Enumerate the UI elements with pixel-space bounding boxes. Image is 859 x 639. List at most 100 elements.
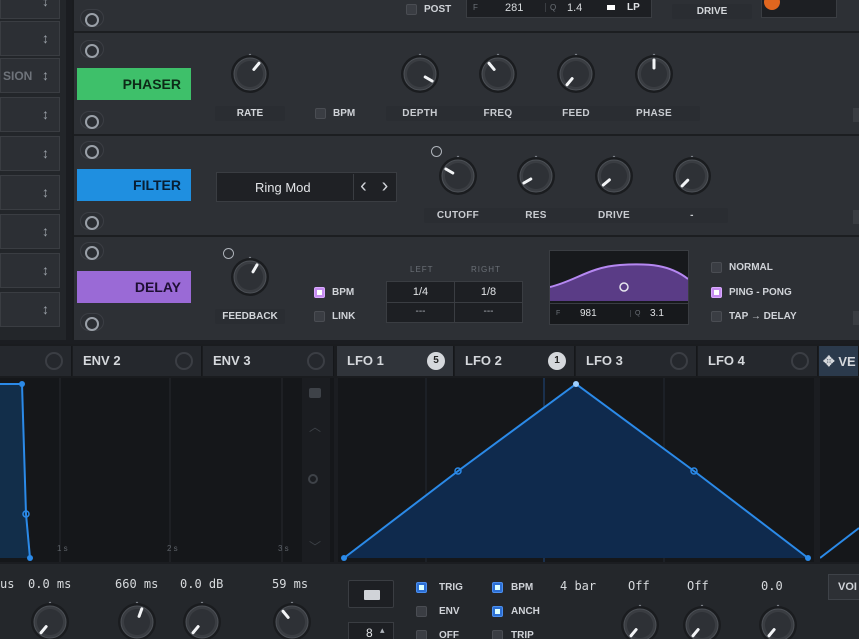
delay-filter-display[interactable]: F 981 Q 3.1	[549, 250, 689, 325]
phaser-rate-knob[interactable]	[228, 52, 272, 96]
filter-readout[interactable]: F 281 Q 1.4 LP	[466, 0, 652, 18]
dist-display	[761, 0, 837, 18]
env-sustain-value[interactable]: 0.0 dB	[180, 577, 223, 591]
phaser-power-toggle[interactable]	[80, 40, 104, 58]
lfo-preset-folder-button[interactable]	[348, 580, 394, 608]
delay-bpm-checkbox[interactable]	[314, 287, 325, 298]
env-knob-1[interactable]	[28, 600, 72, 639]
sidebar-item[interactable]: ↕	[0, 214, 60, 249]
voice-graph[interactable]	[819, 378, 859, 562]
filter-extra-knob[interactable]	[670, 154, 714, 198]
delay-mode-tap-checkbox[interactable]	[711, 311, 722, 322]
delay-link-checkbox[interactable]	[314, 311, 325, 322]
lfo-trig-checkbox[interactable]	[416, 582, 427, 593]
sidebar-item[interactable]: SION ↕	[0, 58, 60, 93]
tab-lfo2[interactable]: LFO 21	[455, 346, 575, 376]
lfo-smooth-stepper[interactable]: 8 ▴	[348, 622, 394, 639]
filter-cutoff-label: CUTOFF	[436, 210, 480, 221]
env-release-value[interactable]: 59 ms	[272, 577, 308, 591]
lfo-off-checkbox[interactable]	[416, 630, 427, 639]
tab-lfo3[interactable]: LFO 3	[576, 346, 697, 376]
tab-env3[interactable]: ENV 3	[203, 346, 334, 376]
lfo-trip-checkbox[interactable]	[492, 630, 503, 639]
voice-button[interactable]: VOI	[828, 574, 859, 600]
envelope-graph[interactable]: 1 s 2 s 3 s ︿ ﹀	[0, 378, 334, 562]
chevron-down-icon[interactable]: ﹀	[309, 538, 321, 555]
env-knob-2[interactable]	[115, 600, 159, 639]
tab-voice[interactable]: ✥ VE	[819, 346, 859, 376]
lfo-knob-3[interactable]	[756, 603, 800, 639]
sidebar-item[interactable]: ↕	[0, 175, 60, 210]
phaser-bpm-checkbox[interactable]	[315, 108, 326, 119]
sidebar-item[interactable]: ↕	[0, 292, 60, 327]
tab-lfo4[interactable]: LFO 4	[698, 346, 818, 376]
phaser-feed-knob[interactable]	[554, 52, 598, 96]
delay-feedback-label: FEEDBACK	[215, 309, 285, 324]
post-label: POST	[424, 4, 452, 15]
lfo-smooth-value[interactable]: 0.0	[761, 579, 783, 593]
env-decay-value[interactable]: 660 ms	[115, 577, 158, 591]
sidebar-item[interactable]: ↕	[0, 136, 60, 171]
zoom-icon[interactable]	[308, 474, 318, 484]
lfo-anch-checkbox[interactable]	[492, 606, 503, 617]
lfo-env-checkbox[interactable]	[416, 606, 427, 617]
delay-bpm-label: BPM	[332, 287, 355, 298]
lfo-knob-1[interactable]	[618, 603, 662, 639]
env-knob-4[interactable]	[270, 600, 314, 639]
delay-filter-q[interactable]: 3.1	[650, 308, 664, 319]
lock-icon[interactable]	[309, 388, 321, 398]
filter-res-knob[interactable]	[514, 154, 558, 198]
phaser-depth-label: DEPTH	[402, 108, 438, 119]
sidebar-item[interactable]: ↕	[0, 21, 60, 56]
mode-indicator	[607, 5, 615, 10]
lfo-rate-value[interactable]: 4 bar	[560, 579, 596, 593]
env-hold-value[interactable]: 0.0 ms	[28, 577, 71, 591]
phaser-freq-knob[interactable]	[476, 52, 520, 96]
filter-type-next-button[interactable]: ›	[375, 174, 395, 200]
delay-filter-curve[interactable]	[550, 251, 688, 301]
tab-env1[interactable]	[0, 346, 72, 376]
delay-right-sub[interactable]: ---	[455, 306, 522, 317]
env-attack-value[interactable]: us	[0, 577, 14, 591]
sidebar-item[interactable]: ↕	[0, 253, 60, 288]
tab-ring	[307, 352, 325, 370]
lfo-bpm-checkbox[interactable]	[492, 582, 503, 593]
delay-module-name[interactable]: DELAY	[77, 271, 191, 303]
filter-cutoff-knob[interactable]	[436, 154, 480, 198]
lfo-knob-2[interactable]	[680, 603, 724, 639]
filter-drive-knob[interactable]	[592, 154, 636, 198]
delay-power-toggle[interactable]	[80, 242, 104, 260]
chevron-up-icon[interactable]: ︿	[309, 418, 321, 435]
lfo-delay-value[interactable]: Off	[628, 579, 650, 593]
tab-lfo1[interactable]: LFO 15	[337, 346, 454, 376]
power-toggle[interactable]	[80, 9, 104, 27]
delay-filter-freq[interactable]: 981	[580, 308, 597, 319]
delay-mode-pingpong-checkbox[interactable]	[711, 287, 722, 298]
post-checkbox[interactable]	[406, 4, 417, 15]
delay-left-sub[interactable]: ---	[387, 306, 454, 317]
env-knob-3[interactable]	[180, 600, 224, 639]
delay-right-time[interactable]: 1/8	[455, 286, 522, 298]
phaser-remove-toggle[interactable]	[80, 111, 104, 129]
lfo-graph[interactable]	[338, 378, 814, 562]
env-tick-1: 1 s	[57, 544, 68, 553]
sidebar-item[interactable]: ↕	[0, 97, 60, 132]
phaser-depth-knob[interactable]	[398, 52, 442, 96]
tab-env2[interactable]: ENV 2	[73, 346, 202, 376]
filter-remove-toggle[interactable]	[80, 212, 104, 230]
lfo-rise-value[interactable]: Off	[687, 579, 709, 593]
delay-remove-toggle[interactable]	[80, 313, 104, 331]
mode-label: LP	[627, 2, 640, 13]
filter-module-name[interactable]: FILTER	[77, 169, 191, 201]
filter-type-select[interactable]: Ring Mod ‹ ›	[216, 172, 397, 202]
delay-left-time[interactable]: 1/4	[387, 286, 454, 298]
sidebar-item[interactable]: ↕	[0, 0, 60, 19]
phaser-phase-knob[interactable]	[632, 52, 676, 96]
filter-power-toggle[interactable]	[80, 141, 104, 159]
phaser-module-name[interactable]: PHASER	[77, 68, 191, 100]
filter-type-prev-button[interactable]: ‹	[353, 174, 373, 200]
delay-mode-pingpong-label: PING - PONG	[729, 287, 792, 298]
delay-mode-normal-checkbox[interactable]	[711, 262, 722, 273]
tab-lfo1-badge: 5	[427, 352, 445, 370]
delay-feedback-knob[interactable]	[228, 255, 272, 299]
